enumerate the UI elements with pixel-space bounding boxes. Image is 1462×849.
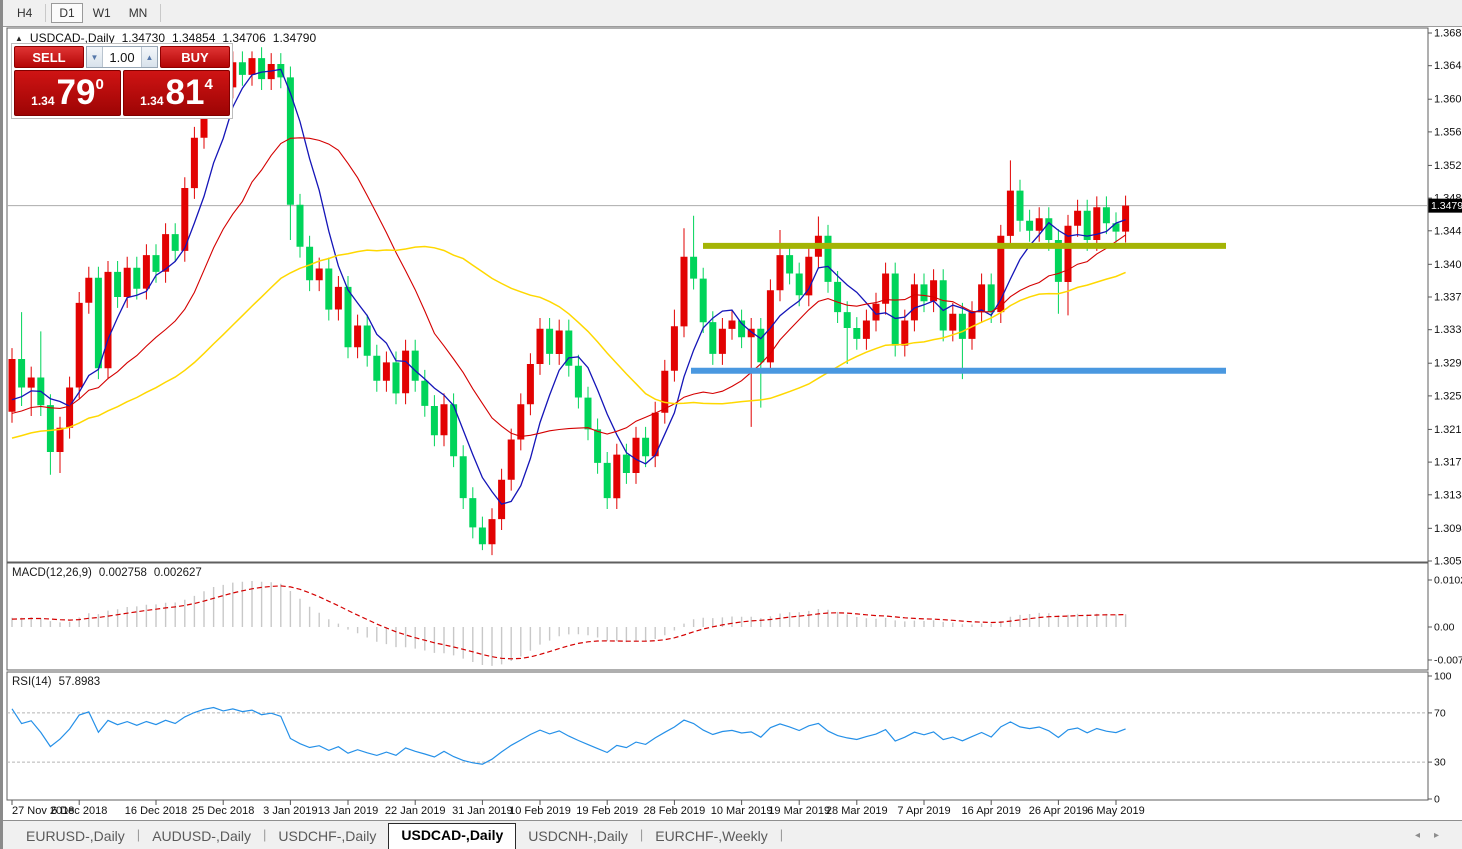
volume-stepper: ▼ ▲ (86, 46, 158, 68)
price-axis-label[interactable]: 1.32910 (1434, 358, 1462, 370)
tab-separator: | (779, 826, 784, 842)
rsi-axis-label[interactable]: 100 (1434, 671, 1452, 683)
date-axis-label[interactable]: 6 May 2019 (1087, 805, 1144, 817)
date-axis-label[interactable]: 25 Dec 2018 (192, 805, 254, 817)
macd-signal-value: 0.002627 (153, 567, 202, 579)
chart-tab-eurusd[interactable]: EURUSD-,Daily (14, 825, 137, 849)
buy-price-prefix: 1.34 (140, 94, 164, 108)
date-axis-label[interactable]: 19 Mar 2019 (768, 805, 830, 817)
volume-input[interactable] (103, 47, 141, 67)
chart-collapse-icon[interactable]: ▲ (15, 34, 23, 43)
date-axis-label[interactable]: 28 Feb 2019 (644, 805, 706, 817)
price-axis-label[interactable]: 1.36460 (1434, 60, 1462, 72)
toolbar-separator (45, 4, 47, 22)
price-axis-label[interactable]: 1.32520 (1434, 390, 1462, 402)
date-axis-label[interactable]: 31 Jan 2019 (452, 805, 513, 817)
chart-tab-audusd[interactable]: AUDUSD-,Daily (140, 825, 263, 849)
chart-tab-usdcnh[interactable]: USDCNH-,Daily (516, 825, 640, 849)
buy-price-sup: 4 (204, 76, 213, 93)
macd-panel[interactable] (6, 562, 1429, 671)
buy-button[interactable]: BUY (160, 46, 230, 68)
buy-price-button[interactable]: 1.34 81 4 (123, 70, 230, 116)
timeframe-button-w1[interactable]: W1 (85, 3, 119, 23)
price-axis-label[interactable]: 1.35670 (1434, 126, 1462, 138)
volume-increase-button[interactable]: ▲ (141, 47, 157, 67)
date-axis-label[interactable]: 16 Dec 2018 (125, 805, 187, 817)
tab-scroll-left-icon: ◂ (1414, 830, 1434, 841)
date-axis-label[interactable]: 28 Mar 2019 (826, 805, 888, 817)
rsi-axis-label[interactable]: 0 (1434, 794, 1440, 806)
chart-canvas[interactable]: 1.368501.364601.360601.356701.352701.348… (3, 0, 1462, 849)
timeframe-toolbar: H4 D1 W1 MN (3, 0, 1462, 27)
chart-tab-eurchf[interactable]: EURCHF-,Weekly (643, 825, 780, 849)
sell-button[interactable]: SELL (14, 46, 84, 68)
timeframe-button-d1[interactable]: D1 (51, 3, 83, 23)
chart-tab-usdcad[interactable]: USDCAD-,Daily (388, 823, 517, 849)
toolbar-separator (160, 4, 162, 22)
macd-axis-label[interactable]: 0.010229 (1434, 575, 1462, 587)
price-axis-label[interactable]: 1.30940 (1434, 523, 1462, 535)
date-axis-label[interactable]: 3 Jan 2019 (263, 805, 317, 817)
price-axis-label[interactable]: 1.33700 (1434, 292, 1462, 304)
chart-tab-bar: EURUSD-,Daily | AUDUSD-,Daily | USDCHF-,Dail… (3, 820, 1462, 849)
macd-axis-label[interactable]: 0.00 (1434, 622, 1455, 634)
sell-price-button[interactable]: 1.34 79 0 (14, 70, 121, 116)
price-axis-label[interactable]: 1.36060 (1434, 94, 1462, 106)
sell-price-big: 79 (56, 73, 96, 112)
tab-scroll-right-icon: ▸ (1433, 830, 1453, 841)
price-axis-label[interactable]: 1.34490 (1434, 225, 1462, 237)
rsi-axis-label[interactable]: 30 (1434, 757, 1446, 769)
date-axis-label[interactable]: 22 Jan 2019 (385, 805, 446, 817)
volume-decrease-button[interactable]: ▼ (87, 47, 103, 67)
rsi-value: 57.8983 (58, 676, 101, 688)
price-axis-label[interactable]: 1.31340 (1434, 489, 1462, 501)
macd-main-value: 0.002758 (98, 567, 147, 579)
macd-axis-label[interactable]: -0.007477 (1434, 655, 1462, 667)
date-axis-label[interactable]: 10 Mar 2019 (711, 805, 773, 817)
date-axis-label[interactable]: 19 Feb 2019 (576, 805, 638, 817)
macd-name: MACD(12,26,9) (12, 567, 92, 579)
timeframe-button-mn[interactable]: MN (121, 3, 156, 23)
one-click-trading-panel: SELL ▼ ▲ BUY 1.34790 1.34814 (11, 43, 233, 119)
date-axis-label[interactable]: 16 Apr 2019 (962, 805, 1021, 817)
terminal-window: 1.368501.364601.360601.356701.352701.348… (0, 0, 1462, 849)
date-axis-label[interactable]: 13 Jan 2019 (318, 805, 379, 817)
current-price-tag-value: 1.34790 (1431, 200, 1462, 212)
chart-tab-usdchf[interactable]: USDCHF-,Daily (266, 825, 388, 849)
rsi-axis-label[interactable]: 70 (1434, 707, 1446, 719)
date-axis-label[interactable]: 7 Apr 2019 (897, 805, 950, 817)
sell-price-sup: 0 (95, 76, 104, 93)
price-axis-label[interactable]: 1.32120 (1434, 424, 1462, 436)
macd-indicator-label: MACD(12,26,9) 0.002758 0.002627 (12, 567, 202, 579)
date-axis-label[interactable]: 10 Feb 2019 (509, 805, 571, 817)
timeframe-button-h4[interactable]: H4 (9, 3, 40, 23)
tab-scroll-arrows[interactable]: ◂▸ (1415, 830, 1453, 841)
ohlc-close: 1.34790 (272, 31, 317, 45)
price-axis-label[interactable]: 1.31730 (1434, 457, 1462, 469)
date-axis-label[interactable]: 26 Apr 2019 (1029, 805, 1088, 817)
date-axis-label[interactable]: 6 Dec 2018 (51, 805, 107, 817)
sell-price-prefix: 1.34 (31, 94, 55, 108)
rsi-indicator-label: RSI(14) 57.8983 (12, 676, 100, 688)
price-axis-label[interactable]: 1.36850 (1434, 28, 1462, 40)
price-axis-label[interactable]: 1.35270 (1434, 160, 1462, 172)
price-axis-label[interactable]: 1.30550 (1434, 556, 1462, 568)
price-axis-label[interactable]: 1.33310 (1434, 324, 1462, 336)
rsi-panel[interactable] (6, 671, 1429, 801)
rsi-name: RSI(14) (12, 676, 52, 688)
buy-price-big: 81 (165, 73, 205, 112)
price-axis-label[interactable]: 1.34090 (1434, 259, 1462, 271)
